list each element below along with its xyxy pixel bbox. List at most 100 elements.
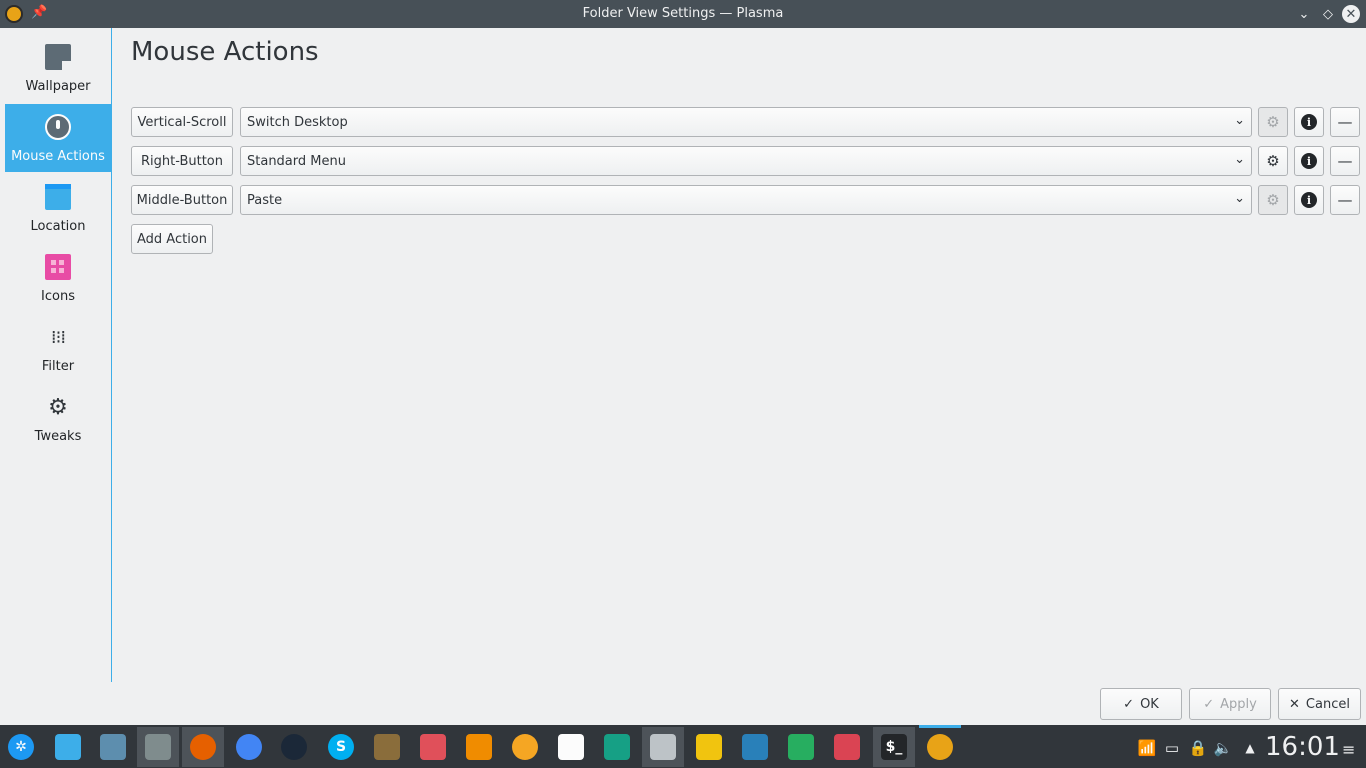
photo-app-icon (420, 734, 446, 760)
trigger-button-right-button[interactable]: Right-Button (131, 146, 233, 176)
monitor-icon (742, 734, 768, 760)
taskbar-document-button[interactable] (550, 727, 592, 767)
digital-clock[interactable]: 16:01 (1265, 732, 1340, 762)
remove-button[interactable]: — (1330, 185, 1360, 215)
check-icon: ✓ (1203, 696, 1215, 712)
about-button[interactable]: i (1294, 146, 1324, 176)
configure-button[interactable]: ⚙ (1258, 185, 1288, 215)
close-icon[interactable]: ✕ (1342, 5, 1360, 23)
skype-icon: S (328, 734, 354, 760)
taskbar-steam-button[interactable] (273, 727, 315, 767)
chevron-down-icon: ⌄ (1234, 113, 1245, 128)
wifi-icon[interactable]: 📶 (1135, 736, 1159, 760)
taskbar-kde-menu-button[interactable]: ✲ (0, 727, 42, 767)
notes-icon (604, 734, 630, 760)
taskbar-vlc-button[interactable] (458, 727, 500, 767)
cancel-icon: ✕ (1289, 696, 1300, 712)
taskbar-monitor-button[interactable] (734, 727, 776, 767)
sidebar-item-icons[interactable]: Icons (5, 244, 111, 312)
sidebar-item-label: Wallpaper (25, 79, 91, 94)
minimize-icon[interactable]: ⌄ (1294, 4, 1314, 24)
vlc-icon (466, 734, 492, 760)
window-title: Folder View Settings — Plasma (582, 6, 784, 21)
taskbar-mixer-button[interactable] (826, 727, 868, 767)
about-button[interactable]: i (1294, 185, 1324, 215)
title-bar: 📌 Folder View Settings — Plasma ⌄ ◇ ✕ (0, 0, 1366, 28)
minus-icon: — (1337, 113, 1353, 131)
apply-button[interactable]: ✓ Apply (1189, 688, 1271, 720)
taskbar-editor-button[interactable] (642, 727, 684, 767)
gear-icon: ⚙ (1266, 191, 1280, 209)
taskbar-skype-button[interactable]: S (320, 727, 362, 767)
maximize-icon[interactable]: ◇ (1318, 4, 1338, 24)
select-value: Paste (247, 192, 283, 208)
taskbar-notes-button[interactable] (596, 727, 638, 767)
taskbar-file-manager-button[interactable] (137, 727, 179, 767)
mixer-icon (834, 734, 860, 760)
taskbar-photo-app-button[interactable] (412, 727, 454, 767)
configure-button[interactable]: ⚙ (1258, 107, 1288, 137)
remove-button[interactable]: — (1330, 107, 1360, 137)
taskbar-charts-button[interactable] (780, 727, 822, 767)
sidebar-item-label: Tweaks (34, 429, 82, 444)
trigger-button-vertical-scroll[interactable]: Vertical-Scroll (131, 107, 233, 137)
network-icon (696, 734, 722, 760)
terminal-icon: $_ (881, 734, 907, 760)
wallpaper-icon (45, 44, 71, 70)
taskbar-chrome-button[interactable] (228, 727, 270, 767)
icons-grid-icon (45, 254, 71, 280)
sidebar-item-label: Location (30, 219, 86, 234)
kde-menu-icon: ✲ (8, 734, 34, 760)
sidebar-item-tweaks[interactable]: ⚙ Tweaks (5, 384, 111, 452)
editor-icon (650, 734, 676, 760)
taskbar-terminal-button[interactable]: $_ (873, 727, 915, 767)
sidebar-item-location[interactable]: Location (5, 174, 111, 242)
volume-icon[interactable]: 🔈 (1211, 736, 1235, 760)
add-action-button[interactable]: Add Action (131, 224, 213, 254)
filter-icon: ⁞⁝⁞ (50, 326, 66, 348)
panel-menu-icon[interactable]: ≡ (1342, 740, 1355, 759)
desktop-icon (55, 734, 81, 760)
taskbar-firefox-button[interactable] (182, 727, 224, 767)
taskbar-screenshot-button[interactable] (92, 727, 134, 767)
taskbar-network-button[interactable] (688, 727, 730, 767)
plugin-select-vertical-scroll[interactable]: Switch Desktop ⌄ (240, 107, 1252, 137)
folder-icon (45, 184, 71, 210)
gear-icon: ⚙ (1266, 152, 1280, 170)
charts-icon (788, 734, 814, 760)
gimp-icon (374, 734, 400, 760)
file-manager-icon (145, 734, 171, 760)
about-button[interactable]: i (1294, 107, 1324, 137)
select-value: Switch Desktop (247, 114, 348, 130)
lock-icon[interactable]: 🔒 (1186, 736, 1210, 760)
taskbar-mango-button[interactable] (504, 727, 546, 767)
sidebar-item-mouse-actions[interactable]: Mouse Actions (5, 104, 111, 172)
cancel-label: Cancel (1305, 696, 1350, 712)
taskbar-app-current-button[interactable] (919, 725, 961, 767)
sidebar-item-label: Filter (41, 359, 75, 374)
steam-icon (281, 734, 307, 760)
select-value: Standard Menu (247, 153, 346, 169)
configure-button[interactable]: ⚙ (1258, 146, 1288, 176)
app-current-icon (927, 734, 953, 760)
ok-button[interactable]: ✓ OK (1100, 688, 1182, 720)
document-icon (558, 734, 584, 760)
cancel-button[interactable]: ✕ Cancel (1278, 688, 1361, 720)
taskbar-gimp-button[interactable] (366, 727, 408, 767)
firefox-icon (190, 734, 216, 760)
sidebar-item-wallpaper[interactable]: Wallpaper (5, 34, 111, 102)
battery-icon[interactable]: ▭ (1160, 736, 1184, 760)
trigger-button-middle-button[interactable]: Middle-Button (131, 185, 233, 215)
tray-expand-icon[interactable]: ▲ (1240, 736, 1260, 760)
plugin-select-right-button[interactable]: Standard Menu ⌄ (240, 146, 1252, 176)
plugin-select-middle-button[interactable]: Paste ⌄ (240, 185, 1252, 215)
sidebar-item-label: Icons (41, 289, 75, 304)
sidebar-item-filter[interactable]: ⁞⁝⁞ Filter (5, 314, 111, 382)
check-icon: ✓ (1123, 696, 1135, 712)
info-icon: i (1301, 153, 1317, 169)
minus-icon: — (1337, 152, 1353, 170)
mouse-icon (45, 114, 71, 140)
remove-button[interactable]: — (1330, 146, 1360, 176)
taskbar-desktop-button[interactable] (47, 727, 89, 767)
gear-icon: ⚙ (48, 394, 68, 420)
